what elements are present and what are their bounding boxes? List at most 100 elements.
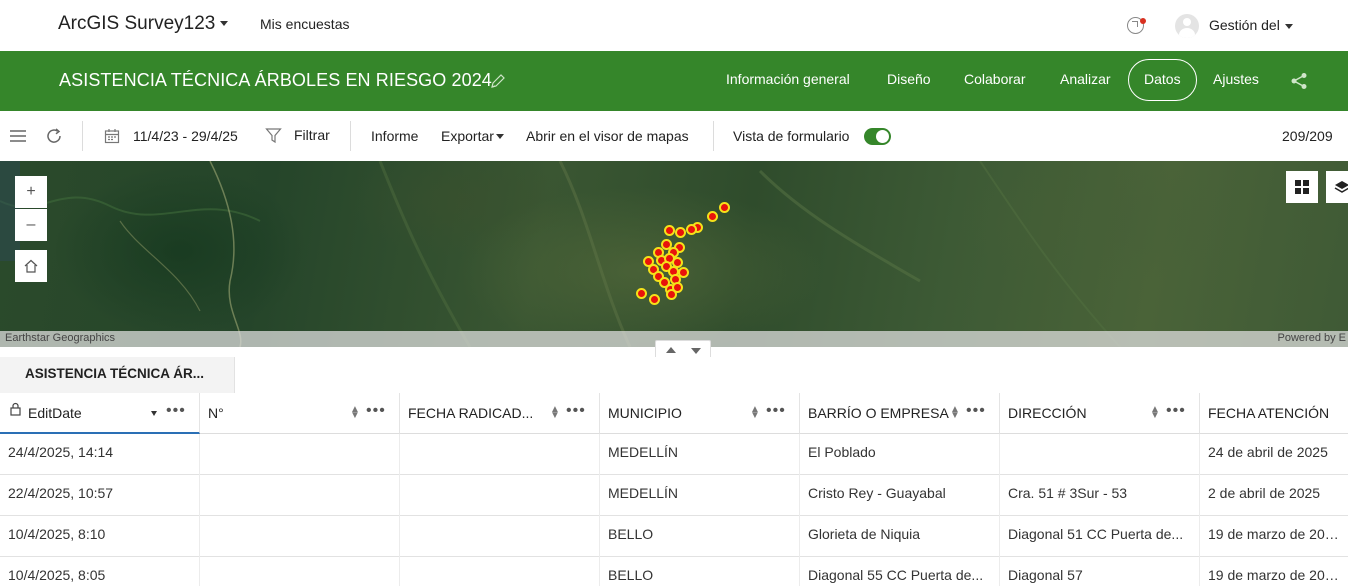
table-cell[interactable]: Cra. 51 # 3Sur - 53 [1000,475,1200,516]
date-range[interactable]: 11/4/23 - 29/4/25 [133,128,238,144]
table-cell[interactable]: Cristo Rey - Guayabal [800,475,1000,516]
table-cell[interactable]: 22/4/2025, 10:57 [0,475,200,516]
export-button[interactable]: Exportar [441,128,504,144]
collapse-down-icon[interactable] [691,348,701,354]
table-cell[interactable]: Diagonal 57 [1000,557,1200,586]
map-point[interactable] [649,294,660,305]
sort-icon[interactable]: ▲ ▼ [1150,405,1160,421]
tab-diseno[interactable]: Diseño [887,71,931,87]
column-options-icon[interactable]: ••• [966,402,986,420]
column-header-fecha-atencion[interactable]: FECHA ATENCIÓN [1200,393,1348,434]
map-point[interactable] [636,288,647,299]
column-header-label: DIRECCIÓN [1008,405,1087,421]
column-options-icon[interactable]: ••• [366,402,386,420]
table-cell[interactable]: 19 de marzo de 2025 [1200,557,1348,586]
table-cell[interactable] [400,434,600,475]
tab-ajustes[interactable]: Ajustes [1213,71,1259,87]
map-point[interactable] [666,289,677,300]
table-cell[interactable] [400,516,600,557]
app-switcher-caret-icon[interactable] [220,21,228,26]
table-cell[interactable]: 10/4/2025, 8:10 [0,516,200,557]
column-options-icon[interactable]: ••• [566,402,586,420]
home-button[interactable] [15,250,47,282]
layer-list-button[interactable] [1326,171,1348,203]
table-cell[interactable]: El Poblado [800,434,1000,475]
table-cell[interactable]: BELLO [600,516,800,557]
table-cell[interactable] [200,434,400,475]
table-cell[interactable]: Diagonal 55 CC Puerta de... [800,557,1000,586]
column-options-icon[interactable]: ••• [1166,402,1186,420]
sort-icon[interactable]: ▲ ▼ [550,405,560,421]
menu-icon[interactable] [9,129,27,143]
calendar-icon[interactable] [104,128,120,144]
toolbar-divider [713,121,714,151]
column-header-fecha-radicado[interactable]: FECHA RADICAD... ▲ ▼ ••• [400,393,600,434]
table-cell[interactable]: MEDELLÍN [600,434,800,475]
table-cell[interactable]: 19 de marzo de 2025 [1200,516,1348,557]
column-header-numero[interactable]: N° ▲ ▼ ••• [200,393,400,434]
map-point[interactable] [664,225,675,236]
column-header-direccion[interactable]: DIRECCIÓN ▲ ▼ ••• [1000,393,1200,434]
map-point[interactable] [675,227,686,238]
avatar[interactable] [1175,14,1199,38]
map-view[interactable]: + – Earthstar Geographics Powered by E [0,161,1348,347]
form-view-label: Vista de formulario [733,128,850,144]
column-header-editdate[interactable]: EditDate ••• [0,393,200,434]
table-cell[interactable]: 2 de abril de 2025 [1200,475,1348,516]
my-surveys-link[interactable]: Mis encuestas [260,16,349,32]
tab-informacion-general[interactable]: Información general [726,71,850,87]
sort-descending-icon[interactable] [151,411,157,416]
table-cell[interactable]: Diagonal 51 CC Puerta de... [1000,516,1200,557]
basemap-gallery-button[interactable] [1286,171,1318,203]
table-cell[interactable]: BELLO [600,557,800,586]
map-point[interactable] [686,224,697,235]
column-header-barrio[interactable]: BARRÍO O EMPRESA ▲ ▼ ••• [800,393,1000,434]
column-header-municipio[interactable]: MUNICIPIO ▲ ▼ ••• [600,393,800,434]
share-icon[interactable] [1290,72,1308,90]
table-cell[interactable]: MEDELLÍN [600,475,800,516]
filter-icon[interactable] [265,127,282,144]
zoom-out-button[interactable]: – [15,209,47,241]
table-cell[interactable] [200,557,400,586]
data-table: EditDate ••• N° ▲ ▼ ••• FECHA RADICAD... … [0,393,1348,586]
sort-icon[interactable]: ▲ ▼ [350,405,360,421]
column-options-icon[interactable]: ••• [766,402,786,420]
map-point[interactable] [707,211,718,222]
table-cell[interactable]: Glorieta de Niquia [800,516,1000,557]
top-bar: ArcGIS Survey123 Mis encuestas Gestión d… [0,0,1348,51]
survey-header: ASISTENCIA TÉCNICA ÁRBOLES EN RIESGO 202… [0,51,1348,111]
table-row[interactable]: 10/4/2025, 8:10 BELLO Glorieta de Niquia… [0,516,1348,557]
table-cell[interactable] [1000,434,1200,475]
filter-button[interactable]: Filtrar [294,127,330,143]
edit-pencil-icon[interactable] [490,73,506,89]
table-row[interactable]: 24/4/2025, 14:14 MEDELLÍN El Poblado 24 … [0,434,1348,475]
form-view-toggle[interactable] [864,128,891,145]
table-cell[interactable]: 24/4/2025, 14:14 [0,434,200,475]
table-tab[interactable]: ASISTENCIA TÉCNICA ÁR... [0,357,235,393]
table-cell[interactable] [400,557,600,586]
tab-datos[interactable]: Datos [1144,71,1181,87]
open-map-viewer-button[interactable]: Abrir en el visor de mapas [526,128,689,144]
report-button[interactable]: Informe [371,128,418,144]
table-cell[interactable] [200,475,400,516]
table-row[interactable]: 10/4/2025, 8:05 BELLO Diagonal 55 CC Pue… [0,557,1348,586]
user-menu-caret-icon[interactable] [1285,24,1293,29]
table-row[interactable]: 22/4/2025, 10:57 MEDELLÍN Cristo Rey - G… [0,475,1348,516]
column-options-icon[interactable]: ••• [166,402,186,420]
user-menu-label[interactable]: Gestión del [1209,17,1280,33]
map-point[interactable] [719,202,730,213]
tab-colaborar[interactable]: Colaborar [964,71,1025,87]
expand-up-icon[interactable] [666,347,676,353]
tab-analizar[interactable]: Analizar [1060,71,1111,87]
table-cell[interactable] [400,475,600,516]
app-brand[interactable]: ArcGIS Survey123 [58,13,215,35]
refresh-icon[interactable] [45,127,63,145]
sort-icon[interactable]: ▲ ▼ [950,405,960,421]
map-attribution[interactable]: Earthstar Geographics [5,332,115,344]
sort-icon[interactable]: ▲ ▼ [750,405,760,421]
table-cell[interactable]: 10/4/2025, 8:05 [0,557,200,586]
powered-by[interactable]: Powered by E [1278,332,1346,344]
zoom-in-button[interactable]: + [15,176,47,208]
table-cell[interactable] [200,516,400,557]
table-cell[interactable]: 24 de abril de 2025 [1200,434,1348,475]
